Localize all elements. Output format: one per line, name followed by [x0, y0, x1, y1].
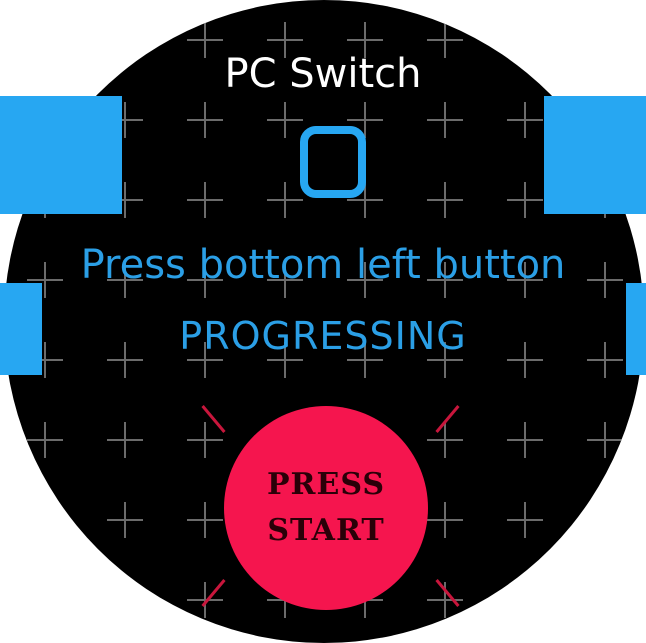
- digit-value: 0: [308, 134, 358, 190]
- digit-indicator: 0: [300, 126, 366, 198]
- press-start-button[interactable]: PRESS START: [224, 406, 428, 610]
- status-text: PROGRESSING: [179, 314, 467, 358]
- start-label-line1: PRESS: [266, 467, 386, 502]
- screen: PC Switch 0 Press bottom left button PRO…: [0, 0, 646, 643]
- app-title: PC Switch: [224, 51, 422, 97]
- top-right-tab: [544, 96, 646, 214]
- top-left-tab: [0, 96, 122, 214]
- start-label-line2: START: [267, 513, 385, 548]
- instruction-text: Press bottom left button: [80, 242, 566, 288]
